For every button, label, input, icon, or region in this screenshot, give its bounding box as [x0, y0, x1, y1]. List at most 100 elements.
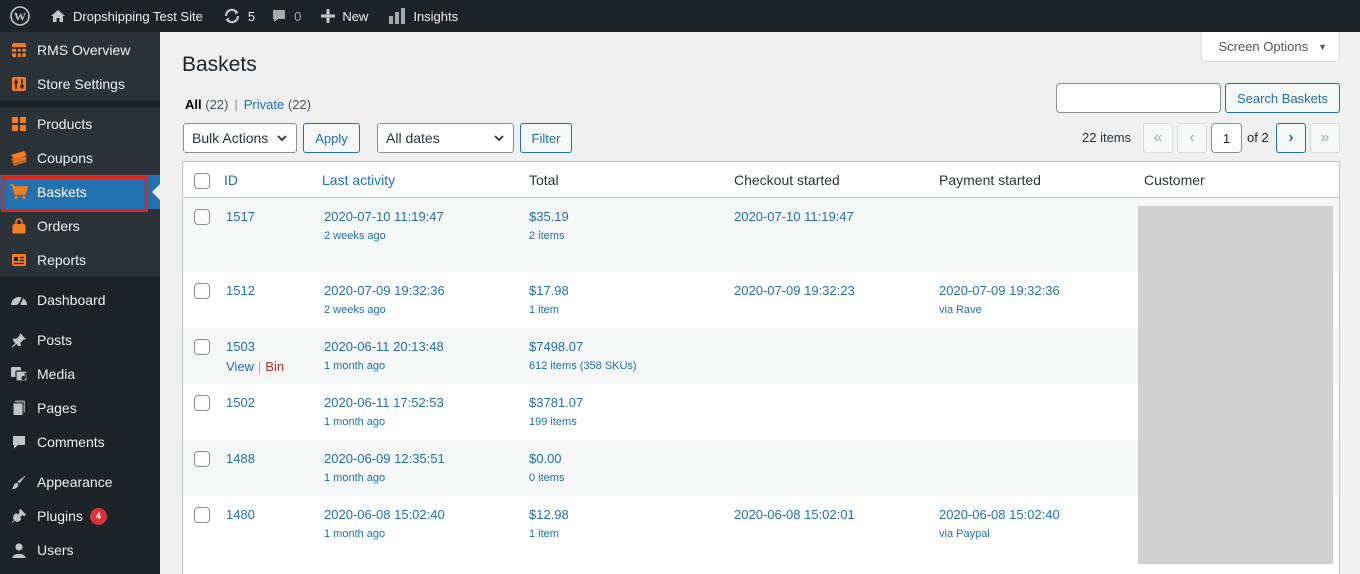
basket-id-link[interactable]: 1517 [226, 209, 255, 224]
total-link[interactable]: $7498.07 [529, 339, 637, 354]
basket-id-link[interactable]: 1488 [226, 451, 255, 466]
next-page-button[interactable]: › [1276, 123, 1306, 153]
last-activity-link[interactable]: 2020-07-10 11:19:47 [324, 209, 444, 224]
payment-method: via Rave [939, 304, 982, 316]
sliders-icon [10, 75, 28, 93]
menu-item-appearance[interactable]: Appearance [0, 465, 160, 499]
insights-link[interactable]: Insights [380, 0, 466, 32]
wordpress-logo-icon[interactable]: W [0, 0, 42, 32]
items-count-text: 0 items [529, 472, 565, 484]
row-checkbox[interactable] [194, 283, 210, 299]
cell-total: $0.00 0 items [529, 451, 564, 484]
updates-count: 5 [247, 8, 256, 24]
last-activity-link[interactable]: 2020-06-11 20:13:48 [324, 339, 444, 354]
media-icon [10, 365, 28, 383]
plugin-icon [10, 507, 28, 525]
payment-started-link[interactable]: 2020-07-09 19:32:36 [939, 283, 1060, 298]
payment-started-link[interactable]: 2020-06-08 15:02:40 [939, 507, 1060, 522]
bulk-actions-select[interactable]: Bulk Actions [183, 123, 297, 153]
last-activity-link[interactable]: 2020-06-08 15:02:40 [324, 507, 445, 522]
column-header-checkout-started: Checkout started [734, 172, 840, 188]
checkout-started-link[interactable]: 2020-06-08 15:02:01 [734, 507, 855, 522]
menu-item-reports[interactable]: Reports [0, 243, 160, 277]
total-link[interactable]: $3781.07 [529, 395, 583, 410]
row-checkbox[interactable] [194, 209, 210, 225]
new-content-link[interactable]: New [313, 0, 376, 32]
column-header-last-activity[interactable]: Last activity [322, 172, 395, 188]
insights-label: Insights [413, 8, 459, 24]
basket-id-link[interactable]: 1480 [226, 507, 255, 522]
cell-payment-started: 2020-06-08 15:02:40 via Paypal [939, 507, 1060, 540]
cell-last-activity: 2020-06-08 15:02:40 1 month ago [324, 507, 445, 540]
apply-button[interactable]: Apply [303, 123, 360, 153]
menu-label: Posts [37, 332, 73, 348]
last-page-button[interactable]: » [1310, 123, 1340, 153]
filter-button[interactable]: Filter [520, 123, 572, 153]
last-activity-link[interactable]: 2020-07-09 19:32:36 [324, 283, 445, 298]
menu-label: Media [37, 366, 76, 382]
last-activity-ago: 2 weeks ago [324, 230, 386, 242]
plus-icon [321, 9, 336, 23]
row-checkbox[interactable] [194, 395, 210, 411]
menu-item-store-settings[interactable]: Store Settings [0, 67, 160, 101]
items-count-text: 612 items (358 SKUs) [529, 360, 637, 372]
menu-item-coupons[interactable]: Coupons [0, 141, 160, 175]
screen-options-button[interactable]: Screen Options ▼ [1201, 32, 1340, 62]
cell-checkout-started: 2020-07-09 19:32:23 [734, 283, 855, 298]
updates-link[interactable]: 5 [215, 0, 263, 32]
menu-item-posts[interactable]: Posts [0, 323, 160, 357]
total-link[interactable]: $12.98 [529, 507, 569, 522]
site-name-link[interactable]: Dropshipping Test Site [42, 0, 211, 32]
total-link[interactable]: $0.00 [529, 451, 564, 466]
basket-id-link[interactable]: 1512 [226, 283, 255, 298]
view-private-label: Private [243, 97, 285, 112]
bar-chart-icon [389, 8, 406, 24]
main-content: Screen Options ▼ Baskets All (22) | Privat… [160, 32, 1360, 574]
row-checkbox[interactable] [194, 507, 210, 523]
search-baskets-button[interactable]: Search Baskets [1225, 83, 1340, 113]
menu-label: Products [37, 116, 93, 132]
view-private-link[interactable]: Private (22) [244, 97, 311, 112]
checkout-started-link[interactable]: 2020-07-09 19:32:23 [734, 283, 855, 298]
basket-id-link[interactable]: 1502 [226, 395, 255, 410]
bin-link[interactable]: Bin [265, 359, 284, 374]
search-input[interactable] [1056, 83, 1221, 113]
cell-id: 1488 [226, 451, 255, 466]
cell-total: $7498.07 612 items (358 SKUs) [529, 339, 637, 372]
view-private-count: (22) [287, 97, 311, 112]
total-link[interactable]: $17.98 [529, 283, 569, 298]
date-filter-select[interactable]: All dates [377, 123, 514, 153]
baskets-table: ID Last activity Total Checkout started … [182, 161, 1340, 574]
menu-item-media[interactable]: Media [0, 357, 160, 391]
view-separator: | [234, 97, 238, 112]
menu-label: Dashboard [37, 292, 106, 308]
items-count-text: 199 items [529, 416, 577, 428]
column-header-id[interactable]: ID [224, 172, 238, 188]
menu-item-users[interactable]: Users [0, 533, 160, 567]
total-link[interactable]: $35.19 [529, 209, 569, 224]
menu-item-pages[interactable]: Pages [0, 391, 160, 425]
cell-total: $35.19 2 items [529, 209, 569, 242]
view-link[interactable]: View [226, 359, 254, 374]
menu-item-dashboard[interactable]: Dashboard [0, 283, 160, 317]
cell-total: $12.98 1 item [529, 507, 569, 540]
current-page-input[interactable]: 1 [1211, 123, 1242, 153]
last-activity-link[interactable]: 2020-06-11 17:52:53 [324, 395, 444, 410]
menu-item-orders[interactable]: Orders [0, 209, 160, 243]
basket-id-link[interactable]: 1503 [226, 339, 284, 354]
menu-item-baskets[interactable]: Baskets [0, 175, 160, 209]
last-activity-link[interactable]: 2020-06-09 12:35:51 [324, 451, 445, 466]
row-checkbox[interactable] [194, 339, 210, 355]
row-actions: View | Bin [226, 359, 284, 374]
cell-last-activity: 2020-07-10 11:19:47 2 weeks ago [324, 209, 444, 242]
comments-link[interactable]: 0 [263, 0, 309, 32]
column-header-customer: Customer [1144, 172, 1205, 188]
select-all-checkbox[interactable] [194, 173, 210, 189]
menu-item-products[interactable]: Products [0, 107, 160, 141]
row-checkbox[interactable] [194, 451, 210, 467]
view-all-link[interactable]: All (22) [185, 97, 228, 112]
menu-item-plugins[interactable]: Plugins 4 [0, 499, 160, 533]
menu-item-rms-overview[interactable]: RMS Overview [0, 33, 160, 67]
menu-item-comments[interactable]: Comments [0, 425, 160, 459]
checkout-started-link[interactable]: 2020-07-10 11:19:47 [734, 209, 854, 224]
